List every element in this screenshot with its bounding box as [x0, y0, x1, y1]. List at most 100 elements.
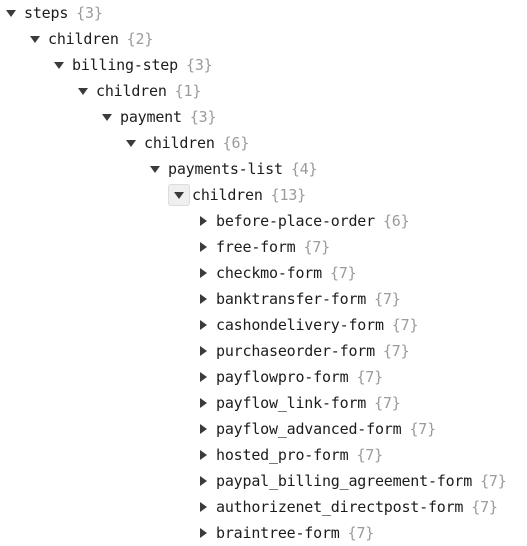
tree-row-count: {7}: [374, 290, 401, 308]
triangle-glyph: [30, 35, 40, 43]
tree-row-key: children: [144, 134, 215, 152]
triangle-down-icon[interactable]: [48, 54, 70, 76]
tree-row-count: {3}: [189, 108, 217, 126]
tree-row-count: {3}: [76, 4, 103, 22]
tree-row-key: payflow_advanced-form: [216, 420, 402, 438]
triangle-right-icon[interactable]: [192, 418, 214, 440]
tree-row[interactable]: billing-step {3}: [0, 52, 527, 78]
tree-row-count: {4}: [290, 160, 318, 178]
triangle-right-icon[interactable]: [192, 288, 214, 310]
triangle-right-icon[interactable]: [192, 236, 214, 258]
triangle-glyph: [174, 191, 184, 199]
tree-row-key: payflowpro-form: [216, 368, 349, 386]
tree-row-key: billing-step: [72, 56, 178, 74]
triangle-glyph: [199, 502, 207, 512]
triangle-down-icon[interactable]: [96, 106, 118, 128]
tree-row[interactable]: paypal_billing_agreement-form {7}: [0, 468, 527, 494]
triangle-right-icon[interactable]: [192, 314, 214, 336]
triangle-glyph: [102, 113, 112, 121]
json-tree-viewer: steps {3} children {2} billing-step {3} childr…: [0, 0, 527, 543]
tree-row-key: before-place-order: [216, 212, 375, 230]
triangle-right-icon[interactable]: [192, 470, 214, 492]
triangle-glyph: [150, 165, 160, 173]
tree-row[interactable]: payment {3}: [0, 104, 527, 130]
triangle-glyph: [199, 320, 207, 330]
triangle-right-icon[interactable]: [192, 392, 214, 414]
tree-row-key: cashondelivery-form: [216, 316, 384, 334]
tree-row[interactable]: before-place-order {6}: [0, 208, 527, 234]
tree-row[interactable]: checkmo-form {7}: [0, 260, 527, 286]
triangle-glyph: [199, 346, 207, 356]
tree-row-key: children: [48, 30, 119, 48]
tree-row-count: {1}: [174, 82, 202, 100]
triangle-glyph: [78, 87, 88, 95]
tree-row-key: hosted_pro-form: [216, 446, 349, 464]
triangle-right-icon[interactable]: [192, 522, 214, 544]
tree-row[interactable]: payflow_link-form {7}: [0, 390, 527, 416]
tree-row-key: payflow_link-form: [216, 394, 367, 412]
tree-row-count: {7}: [356, 368, 383, 386]
tree-row[interactable]: steps {3}: [0, 0, 527, 26]
tree-row-count: {7}: [329, 264, 357, 282]
triangle-right-icon[interactable]: [192, 210, 214, 232]
tree-row-count: {3}: [185, 56, 213, 74]
triangle-down-icon[interactable]: [144, 158, 166, 180]
triangle-right-icon[interactable]: [192, 262, 214, 284]
tree-row-key: purchaseorder-form: [216, 342, 375, 360]
triangle-right-icon[interactable]: [192, 340, 214, 362]
triangle-glyph: [199, 476, 207, 486]
tree-row-count: {7}: [391, 316, 419, 334]
tree-row[interactable]: banktransfer-form {7}: [0, 286, 527, 312]
tree-row-key: checkmo-form: [216, 264, 322, 282]
tree-row[interactable]: authorizenet_directpost-form {7}: [0, 494, 527, 520]
tree-row-key: paypal_billing_agreement-form: [216, 472, 473, 490]
triangle-glyph: [199, 424, 207, 434]
triangle-glyph: [199, 242, 207, 252]
tree-row[interactable]: hosted_pro-form {7}: [0, 442, 527, 468]
triangle-right-icon[interactable]: [192, 444, 214, 466]
tree-row[interactable]: payflow_advanced-form {7}: [0, 416, 527, 442]
triangle-glyph: [6, 9, 16, 17]
tree-row-count: {7}: [382, 342, 410, 360]
tree-row-count: {7}: [409, 420, 436, 438]
tree-row-key: free-form: [216, 238, 296, 256]
tree-row[interactable]: cashondelivery-form {7}: [0, 312, 527, 338]
triangle-down-icon[interactable]: [72, 80, 94, 102]
tree-row-key: payment: [120, 108, 182, 126]
triangle-glyph: [54, 61, 64, 69]
tree-row-key: payments-list: [168, 160, 283, 178]
tree-row-count: {6}: [222, 134, 250, 152]
triangle-glyph: [126, 139, 136, 147]
triangle-right-icon[interactable]: [192, 496, 214, 518]
tree-row[interactable]: children {2}: [0, 26, 527, 52]
triangle-glyph: [199, 216, 207, 226]
tree-row-count: {7}: [480, 472, 507, 490]
triangle-down-icon[interactable]: [24, 28, 46, 50]
tree-row-count: {2}: [126, 30, 154, 48]
triangle-glyph: [199, 294, 207, 304]
triangle-down-icon[interactable]: [120, 132, 142, 154]
triangle-glyph: [199, 528, 207, 538]
triangle-down-icon[interactable]: [168, 184, 190, 206]
triangle-right-icon[interactable]: [192, 366, 214, 388]
tree-row[interactable]: children {13}: [0, 182, 527, 208]
tree-row[interactable]: children {1}: [0, 78, 527, 104]
triangle-glyph: [199, 398, 207, 408]
tree-row-count: {7}: [471, 498, 498, 516]
tree-row-count: {6}: [382, 212, 410, 230]
tree-row-key: steps: [24, 4, 69, 22]
triangle-glyph: [199, 450, 207, 460]
tree-row-key: children: [192, 186, 263, 204]
tree-row[interactable]: purchaseorder-form {7}: [0, 338, 527, 364]
tree-row[interactable]: payments-list {4}: [0, 156, 527, 182]
tree-row-key: children: [96, 82, 167, 100]
tree-row[interactable]: payflowpro-form {7}: [0, 364, 527, 390]
triangle-glyph: [199, 372, 207, 382]
tree-row-key: authorizenet_directpost-form: [216, 498, 464, 516]
tree-row[interactable]: children {6}: [0, 130, 527, 156]
tree-row-count: {7}: [356, 446, 383, 464]
triangle-glyph: [199, 268, 207, 278]
tree-row[interactable]: braintree-form {7}: [0, 520, 527, 546]
tree-row[interactable]: free-form {7}: [0, 234, 527, 260]
triangle-down-icon[interactable]: [0, 2, 22, 24]
